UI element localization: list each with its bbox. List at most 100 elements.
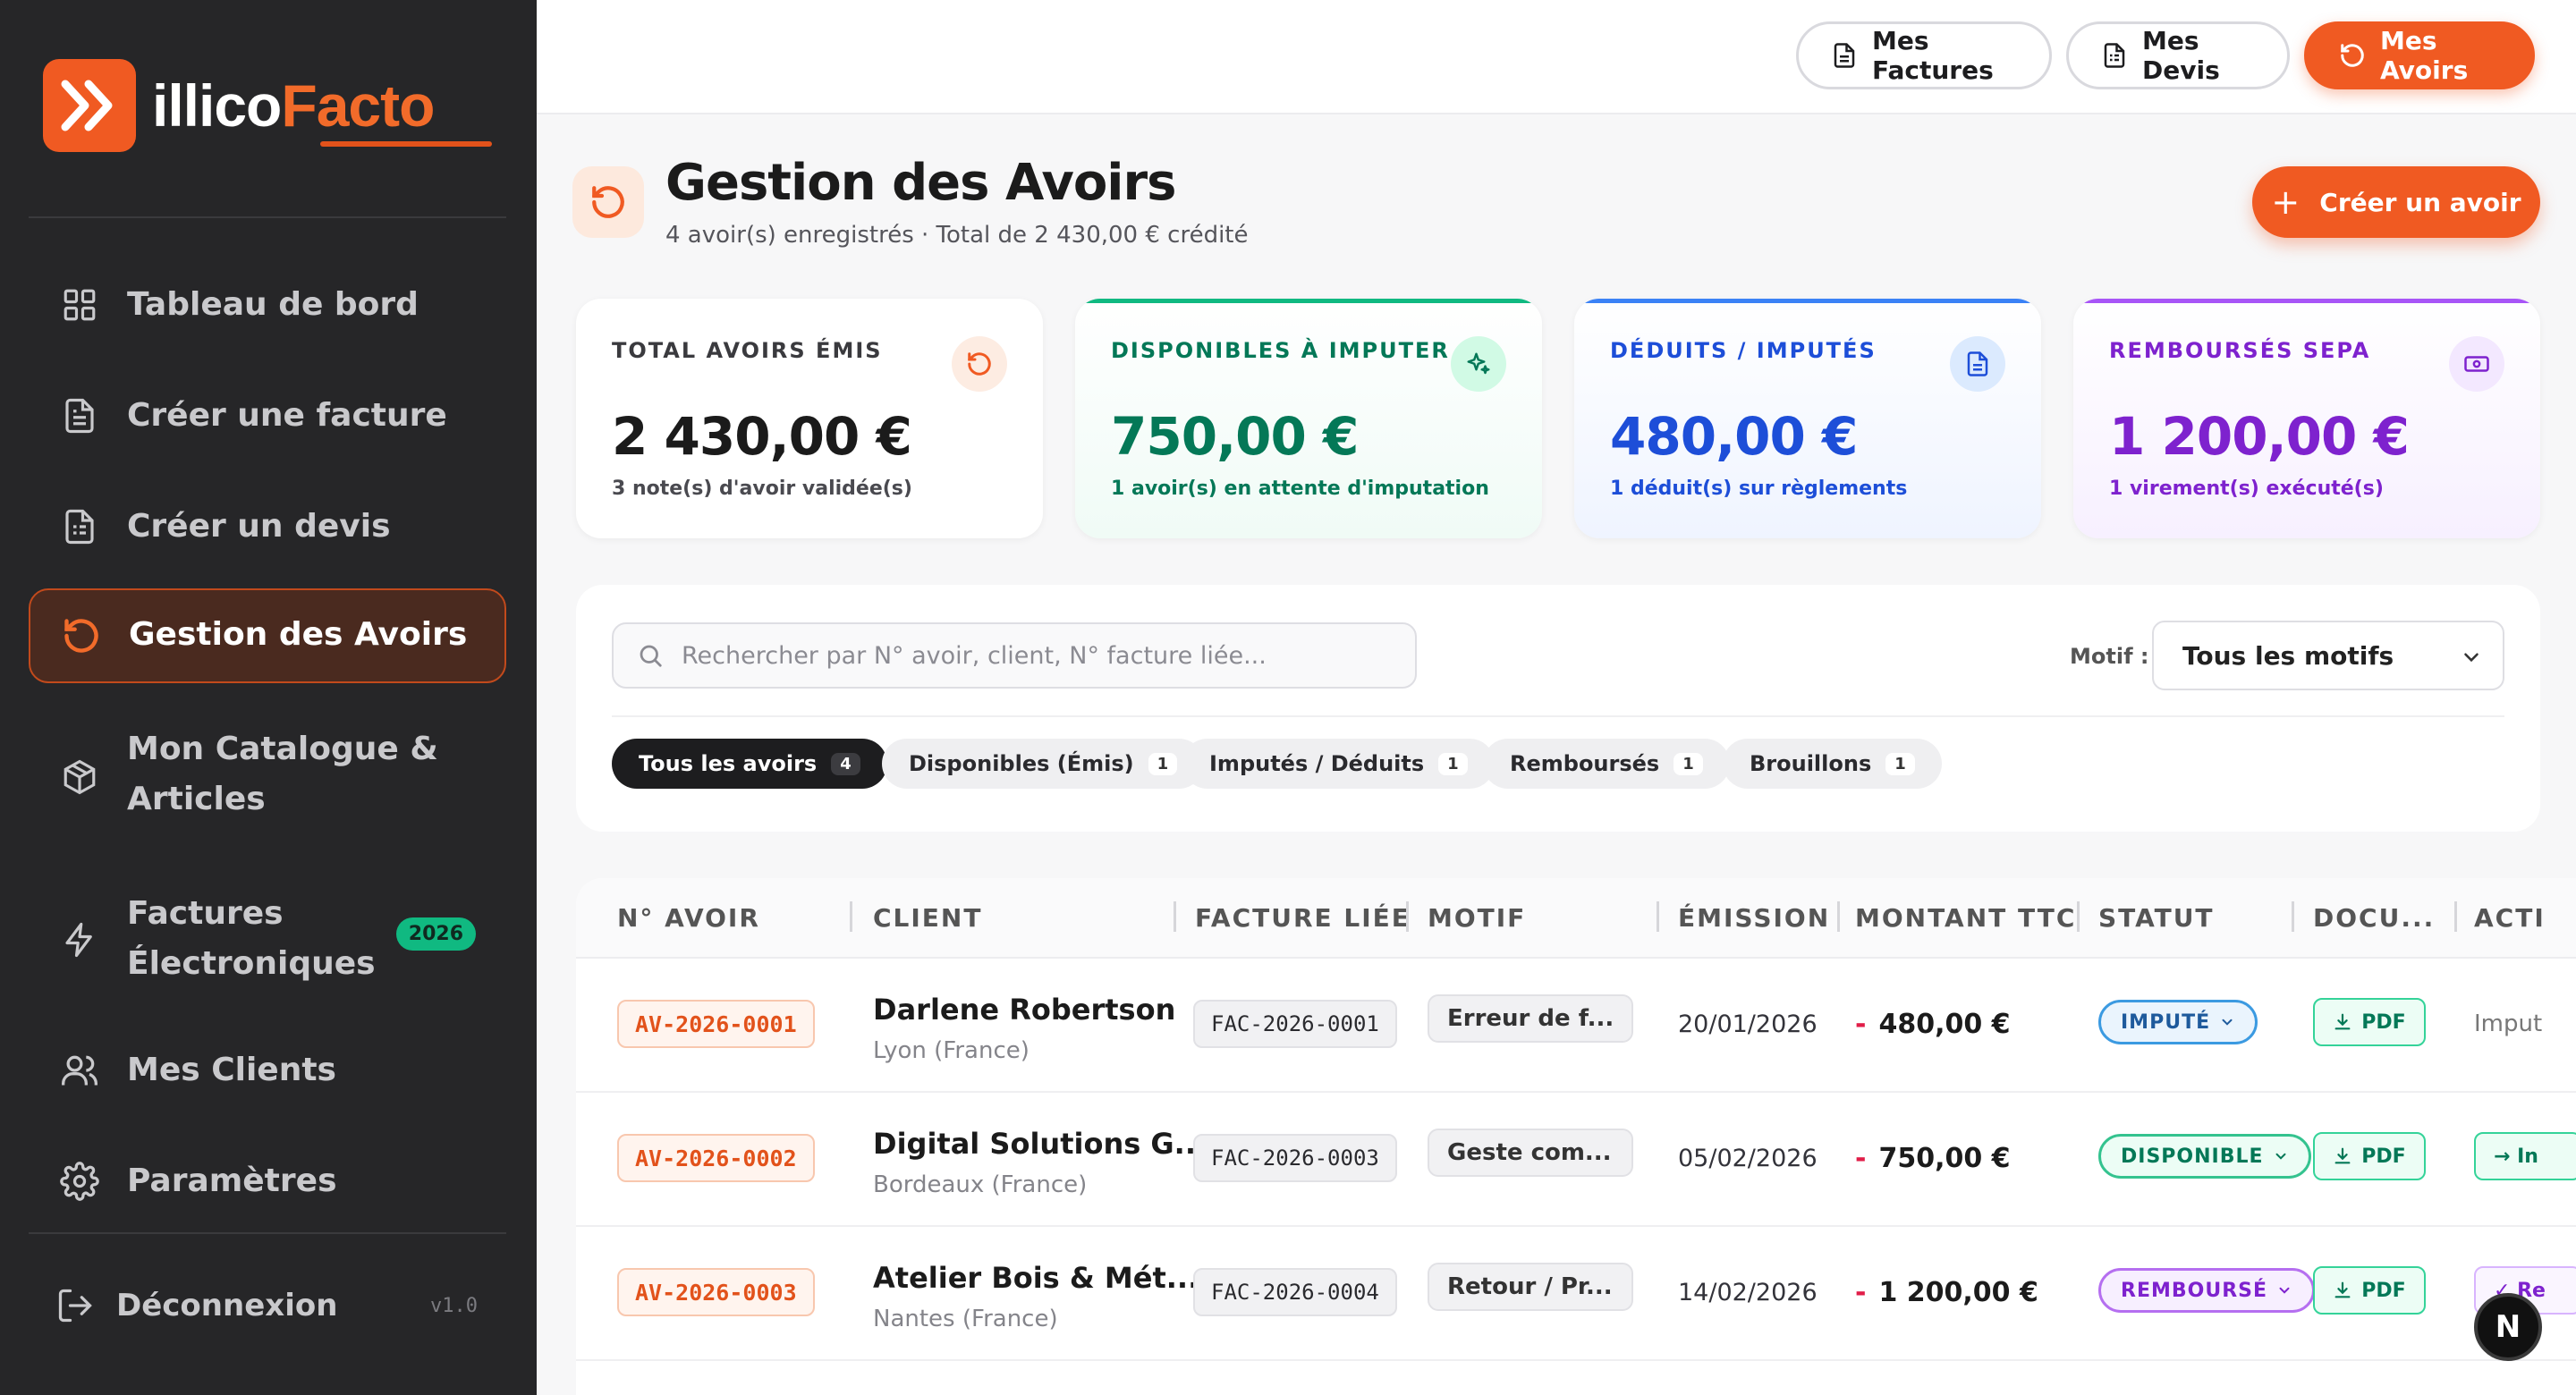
rotate-ccw-icon: [592, 186, 624, 218]
chevron-down-icon: [2273, 1148, 2289, 1164]
chevron-down-icon: [2219, 1014, 2235, 1030]
logout-button[interactable]: Déconnexion v1.0: [29, 1281, 506, 1334]
rotate-ccw-icon: [61, 615, 102, 656]
sidebar-item-dashboard[interactable]: Tableau de bord: [29, 277, 506, 333]
search-box[interactable]: [612, 622, 1417, 689]
page-subtitle: 4 avoir(s) enregistrés · Total de 2 430,…: [665, 222, 1249, 249]
sidebar-item-settings[interactable]: Paramètres: [29, 1154, 506, 1209]
column-header[interactable]: DOCU...: [2313, 903, 2435, 933]
pdf-label: PDF: [2361, 1010, 2406, 1034]
floating-avatar-button[interactable]: N: [2474, 1293, 2542, 1361]
sidebar-item-label: Électroniques: [127, 945, 376, 982]
column-header[interactable]: MONTANT TTC: [1855, 903, 2076, 933]
sidebar-item-create-quote[interactable]: Créer un devis: [29, 499, 506, 554]
column-header[interactable]: CLIENT: [873, 903, 982, 933]
chip-label: Remboursés: [1510, 751, 1660, 776]
sidebar-item-catalog[interactable]: Mon Catalogue & Articles: [29, 723, 506, 830]
filter-chip-all[interactable]: Tous les avoirs 4: [612, 739, 887, 789]
chip-label: Brouillons: [1750, 751, 1872, 776]
credit-note-number[interactable]: AV-2026-0001: [617, 1000, 815, 1048]
year-badge: 2026: [395, 917, 476, 951]
table-row[interactable]: AV-2026-0002 Digital Solutions G... Bord…: [576, 1093, 2576, 1227]
amount-value: 750,00 €: [1878, 1143, 2011, 1174]
plus-icon: +: [2271, 182, 2301, 222]
client-name: Darlene Robertson: [873, 993, 1176, 1027]
linked-invoice[interactable]: FAC-2026-0001: [1193, 1000, 1397, 1048]
page-header-icon: [572, 166, 644, 238]
search-icon: [637, 642, 664, 669]
sidebar-item-label: Factures: [127, 895, 284, 932]
rotate-ccw-icon: [952, 336, 1007, 392]
status-label: IMPUTÉ: [2121, 1010, 2211, 1034]
amount-ttc: -1 200,00 €: [1855, 1277, 2038, 1308]
pdf-label: PDF: [2361, 1279, 2406, 1302]
kpi-note: 1 déduit(s) sur règlements: [1610, 478, 1908, 500]
status-label: DISPONIBLE: [2121, 1145, 2264, 1168]
kpi-card-deducted: DÉDUITS / IMPUTÉS 480,00 € 1 déduit(s) s…: [1574, 299, 2041, 538]
column-header[interactable]: ACTI: [2474, 903, 2546, 933]
logo-underline: [320, 141, 492, 147]
credit-note-number[interactable]: AV-2026-0002: [617, 1134, 815, 1182]
table-header: N° AVOIR CLIENT FACTURE LIÉE MOTIF ÉMISS…: [576, 878, 2576, 959]
filter-chip-imputed[interactable]: Imputés / Déduits 1: [1182, 739, 1495, 789]
status-dropdown[interactable]: IMPUTÉ: [2098, 1000, 2258, 1044]
download-icon: [2333, 1146, 2352, 1166]
kpi-value: 1 200,00 €: [2109, 406, 2410, 467]
amount-sign: -: [1855, 1277, 1867, 1308]
rotate-ccw-icon: [2339, 42, 2366, 69]
column-header[interactable]: FACTURE LIÉE: [1195, 903, 1411, 933]
credit-note-number[interactable]: AV-2026-0003: [617, 1268, 815, 1316]
table-row[interactable]: AV-2026-0001 Darlene Robertson Lyon (Fra…: [576, 959, 2576, 1093]
column-separator: [2454, 901, 2457, 932]
issue-date: 14/02/2026: [1678, 1279, 1818, 1306]
column-header[interactable]: ÉMISSION: [1678, 903, 1830, 933]
my-quotes-button[interactable]: Mes Devis: [2066, 21, 2290, 89]
create-credit-note-button[interactable]: + Créer un avoir: [2252, 166, 2540, 238]
sidebar-item-create-invoice[interactable]: Créer une facture: [29, 388, 506, 444]
kpi-accent-line: [1574, 299, 2041, 303]
sidebar-item-clients[interactable]: Mes Clients: [29, 1043, 506, 1098]
gear-icon: [59, 1161, 100, 1202]
column-header[interactable]: N° AVOIR: [617, 903, 760, 933]
top-bar: Mes Factures Mes Devis Mes Avoirs: [537, 0, 2576, 114]
filter-chip-available[interactable]: Disponibles (Émis) 1: [882, 739, 1205, 789]
download-icon: [2333, 1012, 2352, 1032]
status-dropdown[interactable]: DISPONIBLE: [2098, 1134, 2311, 1179]
my-invoices-label: Mes Factures: [1872, 26, 1994, 85]
issue-date: 20/01/2026: [1678, 1010, 1818, 1038]
impute-button[interactable]: → In: [2474, 1132, 2576, 1180]
sidebar-item-label: Tableau de bord: [127, 286, 419, 323]
banknote-icon: [2449, 336, 2504, 392]
table-row[interactable]: AV-2026-0003 Atelier Bois & Mét... Nante…: [576, 1227, 2576, 1361]
linked-invoice[interactable]: FAC-2026-0003: [1193, 1134, 1397, 1182]
sidebar-item-e-invoices[interactable]: Factures Électroniques 2026: [29, 885, 506, 993]
client-location: Bordeaux (France): [873, 1171, 1088, 1198]
sidebar-item-label: Créer une facture: [127, 397, 447, 434]
my-invoices-button[interactable]: Mes Factures: [1796, 21, 2052, 89]
client-location: Nantes (France): [873, 1306, 1058, 1332]
brand-logo[interactable]: illicoFacto: [43, 59, 435, 152]
linked-invoice[interactable]: FAC-2026-0004: [1193, 1268, 1397, 1316]
kpi-accent-line: [2073, 299, 2540, 303]
create-credit-note-label: Créer un avoir: [2319, 187, 2521, 217]
column-header[interactable]: MOTIF: [1428, 903, 1526, 933]
my-credit-notes-button[interactable]: Mes Avoirs: [2304, 21, 2535, 89]
column-separator: [2077, 901, 2080, 932]
filter-chip-refunded[interactable]: Remboursés 1: [1483, 739, 1730, 789]
pdf-download-button[interactable]: PDF: [2313, 1266, 2426, 1315]
column-separator: [850, 901, 852, 932]
motif-select[interactable]: Tous les motifs: [2152, 621, 2504, 690]
status-dropdown[interactable]: REMBOURSÉ: [2098, 1268, 2316, 1313]
client-location: Lyon (France): [873, 1037, 1030, 1064]
chip-label: Imputés / Déduits: [1209, 751, 1425, 776]
chip-count: 1: [1148, 752, 1178, 775]
pdf-download-button[interactable]: PDF: [2313, 998, 2426, 1046]
column-header[interactable]: STATUT: [2098, 903, 2215, 933]
filter-chip-drafts[interactable]: Brouillons 1: [1723, 739, 1942, 789]
amount-ttc: -480,00 €: [1855, 1009, 2011, 1040]
chip-count: 4: [831, 752, 860, 775]
kpi-caption: TOTAL AVOIRS ÉMIS: [612, 338, 883, 363]
sidebar-item-credit-notes[interactable]: Gestion des Avoirs: [29, 588, 506, 683]
pdf-download-button[interactable]: PDF: [2313, 1132, 2426, 1180]
search-input[interactable]: [682, 641, 1379, 670]
